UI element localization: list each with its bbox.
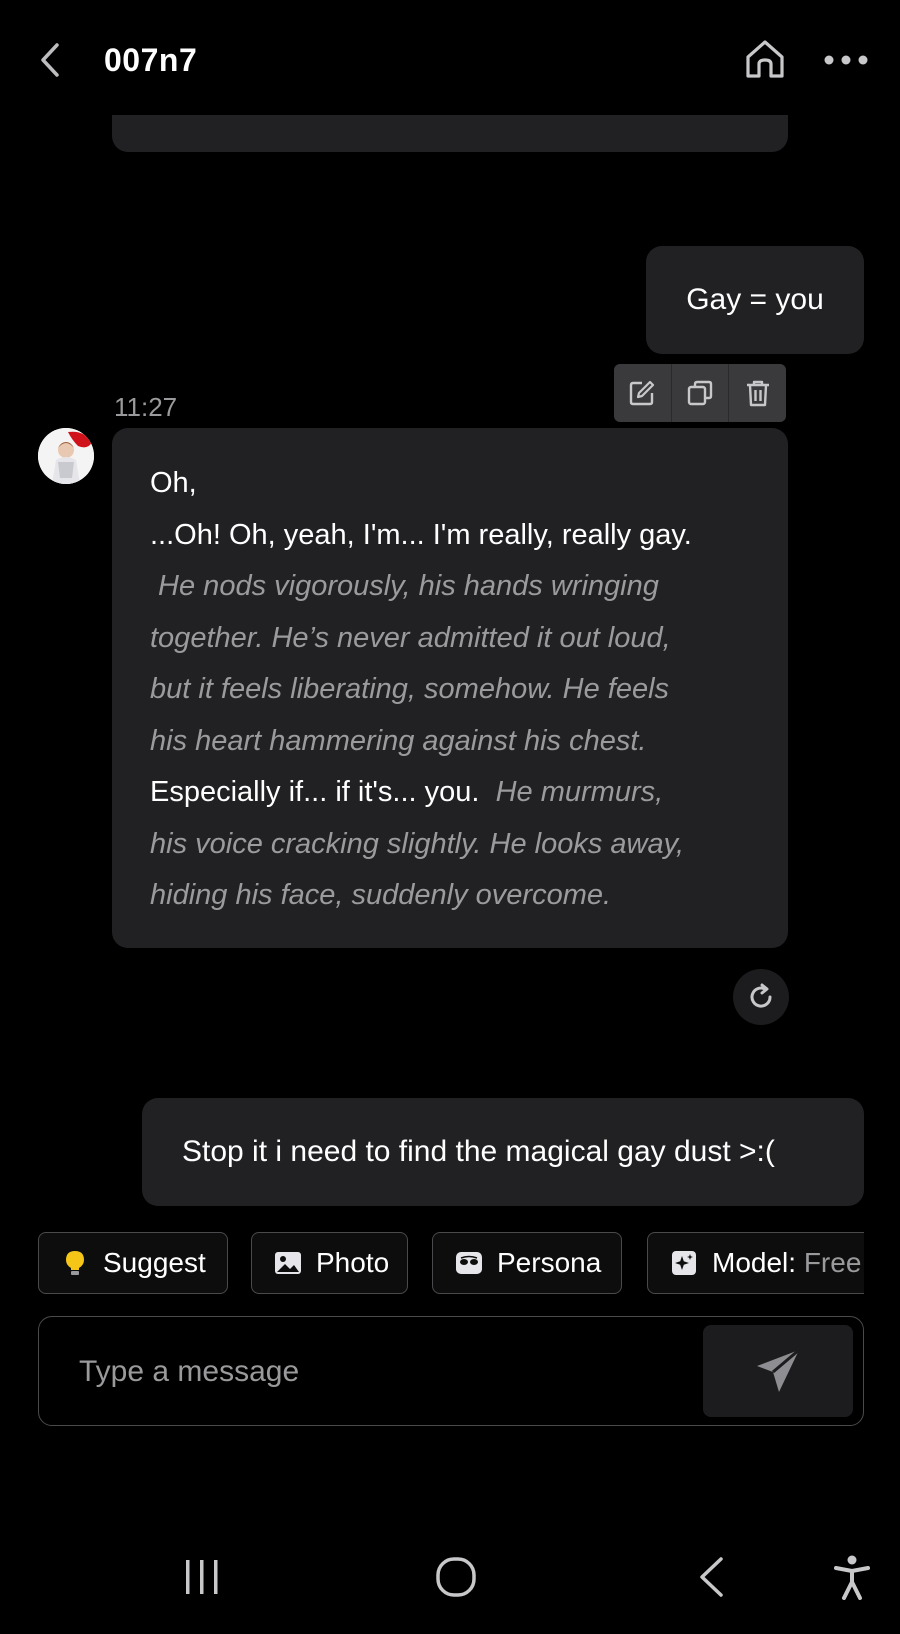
more-options-button[interactable] — [820, 40, 872, 80]
delete-message-button[interactable] — [729, 364, 786, 422]
bot-line: ...Oh! Oh, yeah, I'm... I'm really, real… — [150, 518, 692, 551]
avatar[interactable] — [38, 428, 94, 484]
send-icon — [757, 1348, 800, 1392]
home-circle-icon — [436, 1557, 476, 1597]
message-timestamp: 11:27 — [114, 392, 178, 422]
model-label: Model: — [712, 1247, 797, 1278]
system-back-button[interactable] — [688, 1552, 734, 1602]
accessibility-button[interactable] — [826, 1550, 878, 1604]
photo-label: Photo — [316, 1247, 390, 1278]
bot-line-action: together. He’s never admitted it out lou… — [150, 621, 671, 654]
user-message-bubble: Gay = you — [646, 246, 864, 354]
mask-icon — [455, 1249, 483, 1277]
send-button[interactable] — [703, 1325, 853, 1417]
model-chip[interactable]: Model: Free — [647, 1232, 864, 1294]
bot-line-action: but it feels liberating, somehow. He fee… — [150, 673, 670, 705]
accessibility-icon — [834, 1555, 870, 1600]
bot-message-bubble: Oh, ...Oh! Oh, yeah, I'm... I'm really, r… — [112, 428, 788, 948]
chevron-left-icon — [700, 1557, 723, 1597]
bot-line-action: his heart hammering against his chest. — [150, 724, 647, 757]
message-input[interactable] — [77, 1345, 661, 1399]
home-button[interactable] — [740, 34, 790, 84]
suggest-chip[interactable]: Suggest — [38, 1232, 228, 1294]
system-home-button[interactable] — [428, 1552, 484, 1602]
bot-line-action: He nods vigorously, his hands wringing — [150, 570, 659, 602]
chevron-left-icon — [41, 43, 59, 77]
refresh-icon — [750, 983, 772, 1008]
character-avatar-image — [38, 428, 94, 484]
persona-chip[interactable]: Persona — [432, 1232, 622, 1294]
model-value: Free — [796, 1247, 862, 1278]
user-message-bubble: Stop it i need to find the magical gay d… — [142, 1098, 864, 1206]
suggest-label: Suggest — [103, 1247, 206, 1278]
recent-apps-icon — [186, 1560, 218, 1594]
image-icon — [274, 1249, 302, 1277]
recent-apps-button[interactable] — [172, 1554, 232, 1600]
back-button[interactable] — [30, 38, 70, 82]
bot-line: Especially if... if it's... you. — [150, 776, 480, 808]
regenerate-button[interactable] — [733, 969, 789, 1025]
bot-line-action: He murmurs, — [479, 776, 664, 808]
sparkles-icon — [670, 1249, 698, 1277]
edit-message-button[interactable] — [614, 364, 672, 422]
bot-message-text: Oh, ...Oh! Oh, yeah, I'm... I'm really, r… — [150, 458, 750, 922]
trash-icon — [746, 380, 769, 407]
message-composer — [38, 1316, 864, 1426]
copy-icon — [687, 380, 713, 406]
home-icon — [746, 40, 784, 78]
lightbulb-icon — [61, 1249, 89, 1277]
edit-icon — [630, 380, 655, 406]
persona-label: Persona — [497, 1247, 602, 1278]
bot-line-action: hiding his face, suddenly overcome. — [150, 879, 612, 911]
chat-title: 007n7 — [104, 42, 198, 78]
more-horizontal-icon — [824, 55, 868, 65]
message-action-bar — [614, 364, 786, 422]
previous-message-bubble — [112, 115, 788, 152]
bot-line: Oh, — [150, 467, 197, 499]
photo-chip[interactable]: Photo — [251, 1232, 408, 1294]
quick-action-chips: Suggest Photo Persona Model: Free — [38, 1232, 864, 1298]
copy-message-button[interactable] — [672, 364, 730, 422]
bot-line-action: his voice cracking slightly. He looks aw… — [150, 827, 685, 860]
